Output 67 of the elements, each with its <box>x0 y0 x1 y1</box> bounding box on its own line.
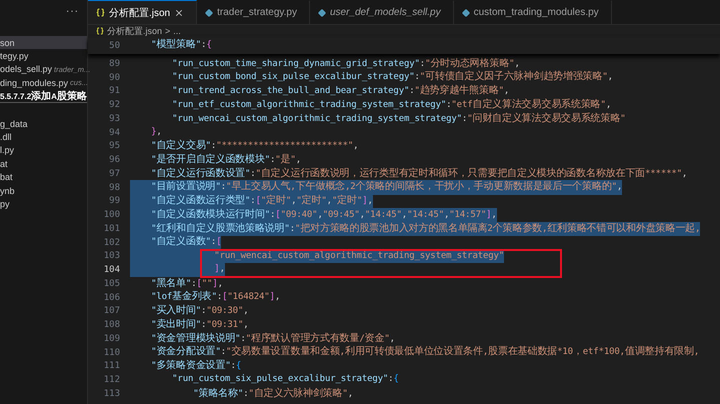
code-line: "run_etf_custom_algorithmic_trading_system_strategy":"etf自定义算法交易交易系统策略", <box>171 98 612 112</box>
explorer-item[interactable]: l.py <box>0 144 87 158</box>
line-number: 101 <box>102 224 121 234</box>
code-line: "run_trend_across_the_bull_and_bear_strategy":"趋势穿越牛熊策略", <box>171 84 510 98</box>
code-line: "自定义交易":"************************", <box>150 139 358 153</box>
line-number: 108 <box>102 320 121 330</box>
line-number: 94 <box>108 128 121 138</box>
line-number: 110 <box>102 348 121 358</box>
explorer-item[interactable]: bat <box>0 170 87 184</box>
braces-icon <box>96 27 104 35</box>
line-number: 97 <box>108 168 121 179</box>
more-actions-icon[interactable]: ··· <box>66 6 79 17</box>
line-number: 98 <box>108 182 121 193</box>
code-line: "策略名称":"自定义六脉神剑策略", <box>192 386 353 400</box>
code-line: "run_wencai_custom_algorithmic_trading_system_strategy":"问财自定义算法交易交易系统策略" <box>171 112 626 126</box>
editor-tab[interactable]: 分析配置.json <box>88 0 198 24</box>
code-line: "资金管理模块说明":"程序默认管理方式有数量/资金", <box>150 332 395 346</box>
explorer-item[interactable]: at <box>0 157 87 171</box>
editor-tab[interactable]: custom_trading_modules.py <box>454 0 612 24</box>
explorer-item[interactable]: py <box>0 197 87 211</box>
line-number: 109 <box>102 334 121 344</box>
code-line: "卖出时间":"09:31", <box>150 318 248 332</box>
line-number: 93 <box>108 114 121 124</box>
line-number: 104 <box>102 265 121 276</box>
breadcrumb-item[interactable]: ... <box>173 26 181 36</box>
line-number: 111 <box>102 361 121 372</box>
python-file-icon <box>318 8 326 16</box>
code-line: "是否开启自定义函数模块":"是", <box>150 152 301 167</box>
explorer-item[interactable]: tegy.py <box>0 49 87 63</box>
line-number: 102 <box>102 238 121 248</box>
code-line: "自定义运行函数设置":"自定义运行函数说明，运行类型有定时和循环，只需要把自定义模块的函数名称放在下面******", <box>150 166 688 180</box>
code-line: "黑名单":[""], <box>150 276 223 290</box>
line-number: 50 <box>108 40 121 50</box>
explorer-item[interactable]: son <box>0 36 87 50</box>
line-number: 95 <box>108 141 121 152</box>
code-line: "run_custom_time_sharing_dynamic_grid_strategy":"分时动态网格策略", <box>171 56 520 70</box>
code-line: }, <box>150 126 162 139</box>
line-number: 106 <box>102 292 121 303</box>
line-number: 100 <box>102 210 121 220</box>
explorer-item[interactable]: 5.5.7.7.2添加A股策略 <box>0 90 87 103</box>
code-line: "模型策略":{ <box>150 38 212 52</box>
code-line: "多策略资金设置":{ <box>150 359 242 373</box>
line-number: 99 <box>108 196 121 206</box>
line-number: 92 <box>108 100 121 110</box>
code-line: "run_custom_six_pulse_excalibur_strategy":{ <box>171 373 399 386</box>
line-number: 90 <box>108 72 121 83</box>
code-line: "lof基金列表":["164824"], <box>150 290 280 304</box>
line-number: 91 <box>108 86 121 96</box>
python-file-icon <box>205 8 214 16</box>
explorer-item[interactable]: .dll <box>0 130 87 144</box>
line-number: 113 <box>102 388 121 399</box>
code-line: "买入时间":"09:30", <box>150 304 248 318</box>
line-number: 105 <box>102 278 121 289</box>
explorer-item[interactable]: g_data <box>0 116 87 130</box>
code-line: "资金分配设置":"交易数量设置数量和金额,利用可转债最低单位位设置条件,股票在基础数据*10，etf*100,值调整持有限制, <box>150 345 700 360</box>
braces-icon <box>96 8 105 17</box>
code-line: "run_custom_bond_six_pulse_excalibur_strategy":"可转债自定义因子六脉神剑趋势增强策略", <box>171 70 613 84</box>
line-number: 96 <box>108 155 121 166</box>
explorer-item[interactable]: ynb <box>0 184 87 198</box>
line-number: 103 <box>102 251 121 262</box>
line-number: 89 <box>108 58 121 69</box>
line-number: 112 <box>102 375 121 386</box>
python-file-icon <box>462 8 470 16</box>
line-number: 107 <box>102 306 121 316</box>
breadcrumb-item[interactable]: 分析配置.json <box>107 24 162 38</box>
close-icon[interactable] <box>174 8 184 18</box>
breadcrumb-separator: > <box>165 26 170 36</box>
